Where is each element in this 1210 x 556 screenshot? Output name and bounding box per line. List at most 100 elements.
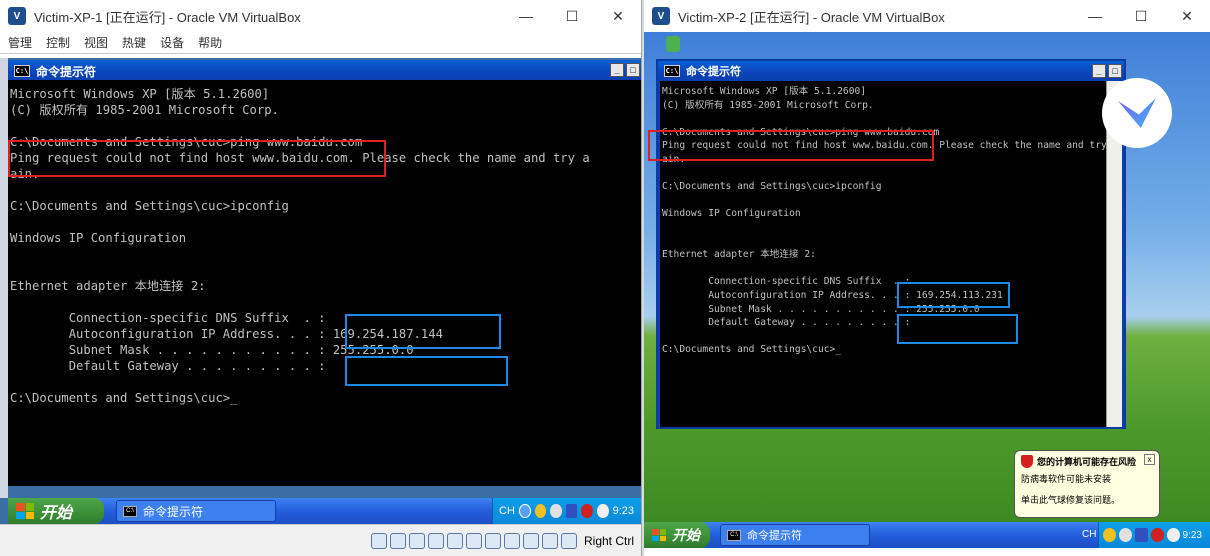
maximize-icon[interactable]: ☐ bbox=[1118, 0, 1164, 32]
usb-icon[interactable] bbox=[446, 532, 463, 549]
keyboard-icon[interactable] bbox=[560, 532, 577, 549]
virtualbox-icon: V bbox=[652, 7, 670, 25]
security-shield-icon[interactable] bbox=[534, 504, 547, 518]
taskbar-item-cmd[interactable]: C:\ 命令提示符 bbox=[720, 524, 870, 546]
console-line: C:\Documents and Settings\cuc>ipconfig bbox=[10, 199, 289, 213]
chevron-left-icon[interactable] bbox=[518, 504, 531, 518]
console-line: Microsoft Windows XP [版本 5.1.2600] bbox=[662, 86, 867, 97]
close-icon[interactable]: x bbox=[1144, 454, 1155, 465]
start-label: 开始 bbox=[40, 505, 73, 522]
cmd-icon: C:\ bbox=[14, 65, 30, 77]
system-tray: 9:23 bbox=[1098, 522, 1210, 548]
recycle-bin-icon[interactable] bbox=[666, 36, 680, 52]
security-shield-icon[interactable] bbox=[1103, 528, 1116, 542]
windows-flag-icon bbox=[16, 503, 34, 519]
menu-help[interactable]: 帮助 bbox=[198, 34, 222, 51]
clock: 9:23 bbox=[612, 505, 635, 517]
shared-folder-icon[interactable] bbox=[465, 532, 482, 549]
cmd-titlebar[interactable]: C:\ 命令提示符 _ □ bbox=[658, 61, 1124, 81]
annotation-gateway bbox=[897, 314, 1018, 344]
host-titlebar-vm1: V Victim-XP-1 [正在运行] - Oracle VM Virtual… bbox=[0, 0, 641, 32]
start-button[interactable]: 开始 bbox=[644, 522, 710, 548]
vm2-guest-screen[interactable]: C:\ 命令提示符 _ □ Microsoft Windows XP [版本 5… bbox=[644, 32, 1210, 522]
minimize-icon[interactable]: _ bbox=[610, 63, 624, 77]
console-line: Autoconfiguration IP Address. . . : 169.… bbox=[10, 327, 443, 341]
console-line: Windows IP Configuration bbox=[10, 231, 187, 245]
volume-icon[interactable] bbox=[597, 504, 609, 518]
display-icon[interactable] bbox=[484, 532, 501, 549]
battery-icon[interactable] bbox=[565, 504, 578, 518]
minimize-icon[interactable]: _ bbox=[1092, 64, 1106, 78]
network-adapter-icon[interactable] bbox=[427, 532, 444, 549]
cmd-icon: C:\ bbox=[123, 505, 137, 517]
virtualbox-statusbar: Right Ctrl bbox=[0, 524, 641, 556]
cmd-title: 命令提示符 bbox=[36, 64, 97, 79]
taskbar-item-label: 命令提示符 bbox=[143, 504, 204, 519]
security-balloon[interactable]: 您的计算机可能存在风险 x 防病毒软件可能未安装 单击此气球修复该问题。 bbox=[1014, 450, 1160, 518]
language-indicator[interactable]: CH bbox=[499, 505, 515, 517]
language-indicator[interactable]: CH bbox=[1082, 529, 1096, 540]
menu-devices[interactable]: 设备 bbox=[160, 34, 184, 51]
volume-icon[interactable] bbox=[1166, 528, 1180, 542]
hard-disk-icon[interactable] bbox=[370, 532, 387, 549]
console-line: Connection-specific DNS Suffix . : bbox=[662, 276, 911, 288]
console-line: Ethernet adapter 本地连接 2: bbox=[662, 249, 816, 261]
annotation-ip-address bbox=[897, 282, 1010, 308]
window-title: Victim-XP-1 [正在运行] - Oracle VM VirtualBo… bbox=[34, 9, 301, 25]
menu-control[interactable]: 控制 bbox=[46, 34, 70, 51]
taskbar-item-cmd[interactable]: C:\ 命令提示符 bbox=[116, 500, 276, 522]
recording-icon[interactable] bbox=[503, 532, 520, 549]
console-line: Ethernet adapter 本地连接 2: bbox=[10, 279, 206, 293]
minimize-icon[interactable]: — bbox=[503, 0, 549, 32]
host-titlebar-vm2: V Victim-XP-2 [正在运行] - Oracle VM Virtual… bbox=[644, 0, 1210, 32]
security-alert-icon[interactable] bbox=[581, 504, 594, 518]
annotation-ping-error bbox=[648, 130, 934, 161]
virtualbox-window-vm1: V Victim-XP-1 [正在运行] - Oracle VM Virtual… bbox=[0, 0, 642, 556]
menu-hotkey[interactable]: 热键 bbox=[122, 34, 146, 51]
maximize-icon[interactable]: ☐ bbox=[549, 0, 595, 32]
maximize-icon[interactable]: □ bbox=[626, 63, 640, 77]
minimize-icon[interactable]: — bbox=[1072, 0, 1118, 32]
virtualbox-window-vm2: V Victim-XP-2 [正在运行] - Oracle VM Virtual… bbox=[644, 0, 1210, 556]
system-tray: CH 9:23 bbox=[492, 498, 641, 524]
menu-manage[interactable]: 管理 bbox=[8, 34, 32, 51]
mouse-integration-icon[interactable] bbox=[541, 532, 558, 549]
cpu-icon[interactable] bbox=[522, 532, 539, 549]
balloon-title: 您的计算机可能存在风险 bbox=[1037, 457, 1137, 467]
console-line: Connection-specific DNS Suffix . : bbox=[10, 311, 326, 325]
security-alert-icon[interactable] bbox=[1150, 528, 1164, 542]
cmd-titlebar[interactable]: C:\ 命令提示符 _ □ bbox=[8, 60, 641, 82]
close-icon[interactable]: ✕ bbox=[595, 0, 641, 32]
cmd-icon: C:\ bbox=[727, 529, 741, 541]
console-line: C:\Documents and Settings\cuc>_ bbox=[662, 344, 842, 356]
console-line: (C) 版权所有 1985-2001 Microsoft Corp. bbox=[10, 103, 279, 117]
console-line: Subnet Mask . . . . . . . . . . . : 255.… bbox=[10, 343, 414, 357]
audio-icon[interactable] bbox=[408, 532, 425, 549]
host-menubar: 管理 控制 视图 热键 设备 帮助 bbox=[0, 32, 641, 54]
window-title: Victim-XP-2 [正在运行] - Oracle VM VirtualBo… bbox=[678, 9, 945, 25]
menu-view[interactable]: 视图 bbox=[84, 34, 108, 51]
annotation-ip-address bbox=[345, 314, 501, 349]
cmd-title: 命令提示符 bbox=[686, 66, 741, 78]
network-icon[interactable] bbox=[550, 504, 562, 518]
console-line: Microsoft Windows XP [版本 5.1.2600] bbox=[10, 87, 270, 101]
close-icon[interactable]: ✕ bbox=[1164, 0, 1210, 32]
windows-flag-icon bbox=[652, 529, 666, 541]
maximize-icon[interactable]: □ bbox=[1108, 64, 1122, 78]
console-line: (C) 版权所有 1985-2001 Microsoft Corp. bbox=[662, 99, 874, 111]
start-button[interactable]: 开始 bbox=[8, 498, 104, 524]
optical-drive-icon[interactable] bbox=[389, 532, 406, 549]
battery-icon[interactable] bbox=[1134, 528, 1148, 542]
app-logo-icon bbox=[1102, 78, 1172, 148]
console-line: Default Gateway . . . . . . . . . : bbox=[662, 317, 911, 329]
network-icon[interactable] bbox=[1118, 528, 1132, 542]
